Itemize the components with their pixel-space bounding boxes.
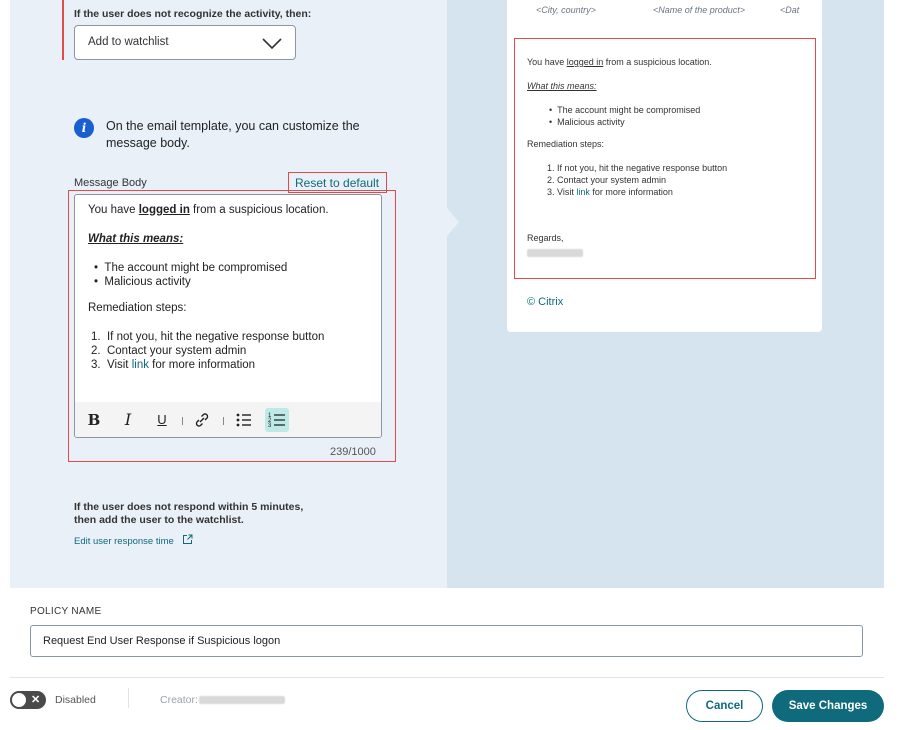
message-body-label: Message Body	[74, 177, 147, 189]
toggle-knob	[12, 693, 26, 707]
character-counter: 239/1000	[330, 446, 376, 458]
preview-means-heading: What this means:	[527, 81, 597, 91]
status-toggle[interactable]: ✕	[10, 691, 46, 709]
list-item: 2. Contact your system admin	[91, 345, 247, 357]
bullet-list-icon[interactable]	[234, 410, 254, 430]
preview-info-link[interactable]: link	[576, 187, 590, 197]
action-select[interactable]: Add to watchlist	[74, 25, 296, 60]
divider	[128, 688, 129, 708]
preview-body: You have logged in from a suspicious loc…	[527, 56, 807, 260]
list-item: 2. Contact your system admin	[547, 175, 667, 185]
underline-button[interactable]: U	[153, 409, 171, 431]
info-text: On the email template, you can customize…	[106, 119, 360, 150]
redacted-signature	[527, 249, 583, 257]
list-item: 1. If not you, hit the negative response…	[547, 163, 728, 173]
edit-response-time-link[interactable]: Edit user response time	[74, 536, 174, 547]
placeholder-date: <Dat	[780, 5, 800, 15]
condition-label: If the user does not recognize the activ…	[74, 8, 312, 20]
bold-button[interactable]: B	[85, 409, 103, 431]
message-body-editor[interactable]: You have logged in from a suspicious loc…	[74, 194, 382, 438]
external-link-icon[interactable]	[182, 534, 193, 545]
cancel-button[interactable]: Cancel	[686, 690, 763, 722]
info-link[interactable]: link	[132, 359, 149, 371]
preview-regards: Regards,	[527, 233, 564, 243]
editor-content[interactable]: You have logged in from a suspicious loc…	[88, 203, 373, 372]
preview-logged-in: logged in	[566, 57, 604, 67]
toolbar-divider	[182, 417, 183, 425]
save-changes-button[interactable]: Save Changes	[772, 690, 884, 722]
toolbar-divider	[223, 417, 224, 425]
redacted-creator	[198, 696, 285, 705]
chevron-down-icon	[262, 38, 282, 50]
remediation-heading: Remediation steps:	[88, 302, 187, 314]
no-response-text: If the user does not respond within 5 mi…	[74, 501, 304, 526]
list-item: • Malicious activity	[549, 117, 625, 127]
highlight-bar	[62, 0, 64, 60]
list-item: 3. Visit link for more information	[547, 187, 673, 197]
creator-label: Creator:	[160, 694, 285, 706]
list-item: 3. Visit link for more information	[91, 359, 256, 371]
list-item: • Malicious activity	[94, 276, 191, 288]
means-heading: What this means:	[88, 233, 184, 245]
italic-button[interactable]: I	[119, 409, 137, 431]
copyright-text: © Citrix	[527, 296, 564, 308]
policy-name-input[interactable]	[30, 625, 863, 657]
panel-pointer	[447, 208, 459, 236]
preview-remediation-heading: Remediation steps:	[527, 139, 605, 149]
policy-name-label: POLICY NAME	[30, 606, 102, 617]
placeholder-product: <Name of the product>	[653, 5, 746, 15]
action-select-value: Add to watchlist	[88, 36, 169, 48]
placeholder-city: <City, country>	[536, 5, 596, 15]
divider	[10, 677, 884, 678]
close-icon: ✕	[31, 694, 41, 706]
preview-line-1: You have logged in from a suspicious loc…	[527, 57, 712, 67]
status-label: Disabled	[55, 694, 96, 706]
numbered-list-icon[interactable]: 1 2 3	[265, 408, 289, 432]
editor-line-1: You have logged in from a suspicious loc…	[88, 204, 329, 216]
logged-in-text: logged in	[138, 204, 190, 216]
list-item: • The account might be compromised	[94, 262, 288, 274]
reset-to-default-link[interactable]: Reset to default	[295, 176, 379, 190]
info-icon: i	[74, 118, 94, 138]
formatting-toolbar: B I U 1 2 3	[75, 402, 381, 437]
list-item: 1. If not you, hit the negative response…	[91, 331, 325, 343]
svg-text:3: 3	[268, 423, 272, 429]
list-item: • The account might be compromised	[549, 105, 701, 115]
link-icon[interactable]	[192, 410, 212, 430]
